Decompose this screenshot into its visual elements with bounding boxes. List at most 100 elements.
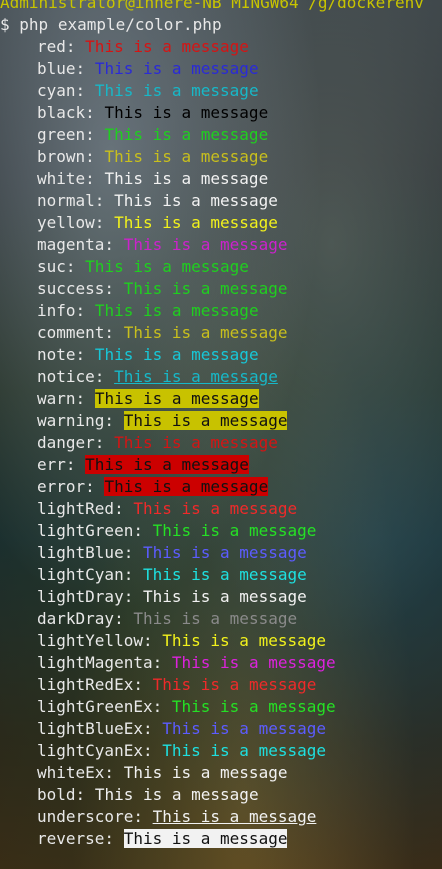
color-label: yellow: [37,213,105,232]
output-line: lightMagenta: This is a message [0,652,442,674]
colored-message: This is a message [162,719,326,738]
output-line: white: This is a message [0,168,442,190]
color-label: normal: [37,191,105,210]
colored-message: This is a message [94,389,259,408]
color-label: lightMagenta: [37,653,163,672]
colored-message: This is a message [123,829,288,848]
colored-message: This is a message [94,81,259,100]
color-label: black: [37,103,95,122]
color-label: whiteEx: [37,763,115,782]
colored-message: This is a message [152,807,317,826]
output-line: black: This is a message [0,102,442,124]
output-line: cyan: This is a message [0,80,442,102]
color-label: suc: [37,257,76,276]
colored-message: This is a message [104,103,269,122]
output-line: magenta: This is a message [0,234,442,256]
output-line: lightCyanEx: This is a message [0,740,442,762]
color-label: lightGreen: [37,521,143,540]
output-line: warning: This is a message [0,410,442,432]
output-line: lightBlueEx: This is a message [0,718,442,740]
color-label: warn: [37,389,86,408]
prompt-header-line: Administrator@inhere-NB MINGW64 /g/docke… [0,0,424,12]
output-line: lightDray: This is a message [0,586,442,608]
color-label: reverse: [37,829,115,848]
terminal-window: Administrator@inhere-NB MINGW64 /g/docke… [0,0,442,850]
colored-message: This is a message [162,631,326,650]
color-label: lightCyan: [37,565,134,584]
color-label: blue: [37,59,86,78]
colored-message: This is a message [94,301,259,320]
color-label: lightBlue: [37,543,134,562]
color-label: bold: [37,785,86,804]
color-label: error: [37,477,95,496]
colored-message: This is a message [114,367,278,386]
colored-message: This is a message [104,169,269,188]
colored-message: This is a message [94,59,259,78]
output-lines: red: This is a message blue: This is a me… [0,36,442,850]
colored-message: This is a message [104,125,269,144]
colored-message: This is a message [171,697,336,716]
output-line: error: This is a message [0,476,442,498]
colored-message: This is a message [123,763,288,782]
color-label: danger: [37,433,105,452]
colored-message: This is a message [171,653,336,672]
colored-message: This is a message [142,587,307,606]
colored-message: This is a message [114,433,278,452]
colored-message: This is a message [85,455,249,474]
color-label: cyan: [37,81,86,100]
colored-message: This is a message [142,565,307,584]
output-line: whiteEx: This is a message [0,762,442,784]
output-line: suc: This is a message [0,256,442,278]
color-label: lightDray: [37,587,134,606]
output-line: lightRedEx: This is a message [0,674,442,696]
color-label: lightYellow: [37,631,153,650]
colored-message: This is a message [114,191,278,210]
colored-message: This is a message [85,257,249,276]
output-line: lightGreen: This is a message [0,520,442,542]
colored-message: This is a message [85,37,249,56]
output-line: err: This is a message [0,454,442,476]
colored-message: This is a message [123,411,288,430]
output-line: success: This is a message [0,278,442,300]
color-label: warning: [37,411,115,430]
output-line: yellow: This is a message [0,212,442,234]
color-label: notice: [37,367,105,386]
output-line: note: This is a message [0,344,442,366]
output-line: lightBlue: This is a message [0,542,442,564]
colored-message: This is a message [152,521,317,540]
color-label: comment: [37,323,115,342]
prompt-symbol: $ [0,15,10,34]
color-label: note: [37,345,86,364]
output-line: brown: This is a message [0,146,442,168]
output-line: reverse: This is a message [0,828,442,850]
colored-message: This is a message [162,741,326,760]
output-line: underscore: This is a message [0,806,442,828]
colored-message: This is a message [94,785,259,804]
colored-message: This is a message [133,499,298,518]
output-line: info: This is a message [0,300,442,322]
color-label: magenta: [37,235,115,254]
command-text: php example/color.php [19,15,222,34]
colored-message: This is a message [123,323,288,342]
colored-message: This is a message [142,543,307,562]
output-line: lightRed: This is a message [0,498,442,520]
color-label: err: [37,455,76,474]
colored-message: This is a message [123,279,288,298]
color-label: lightRed: [37,499,124,518]
output-line: red: This is a message [0,36,442,58]
colored-message: This is a message [152,675,317,694]
colored-message: This is a message [104,147,269,166]
colored-message: This is a message [94,345,259,364]
output-line: notice: This is a message [0,366,442,388]
output-line: darkDray: This is a message [0,608,442,630]
color-label: brown: [37,147,95,166]
color-label: green: [37,125,95,144]
color-label: lightRedEx: [37,675,143,694]
output-line: lightGreenEx: This is a message [0,696,442,718]
color-label: underscore: [37,807,143,826]
command-line: $ php example/color.php [0,14,442,36]
output-line: green: This is a message [0,124,442,146]
color-label: lightBlueEx: [37,719,153,738]
output-line: blue: This is a message [0,58,442,80]
colored-message: This is a message [133,609,298,628]
